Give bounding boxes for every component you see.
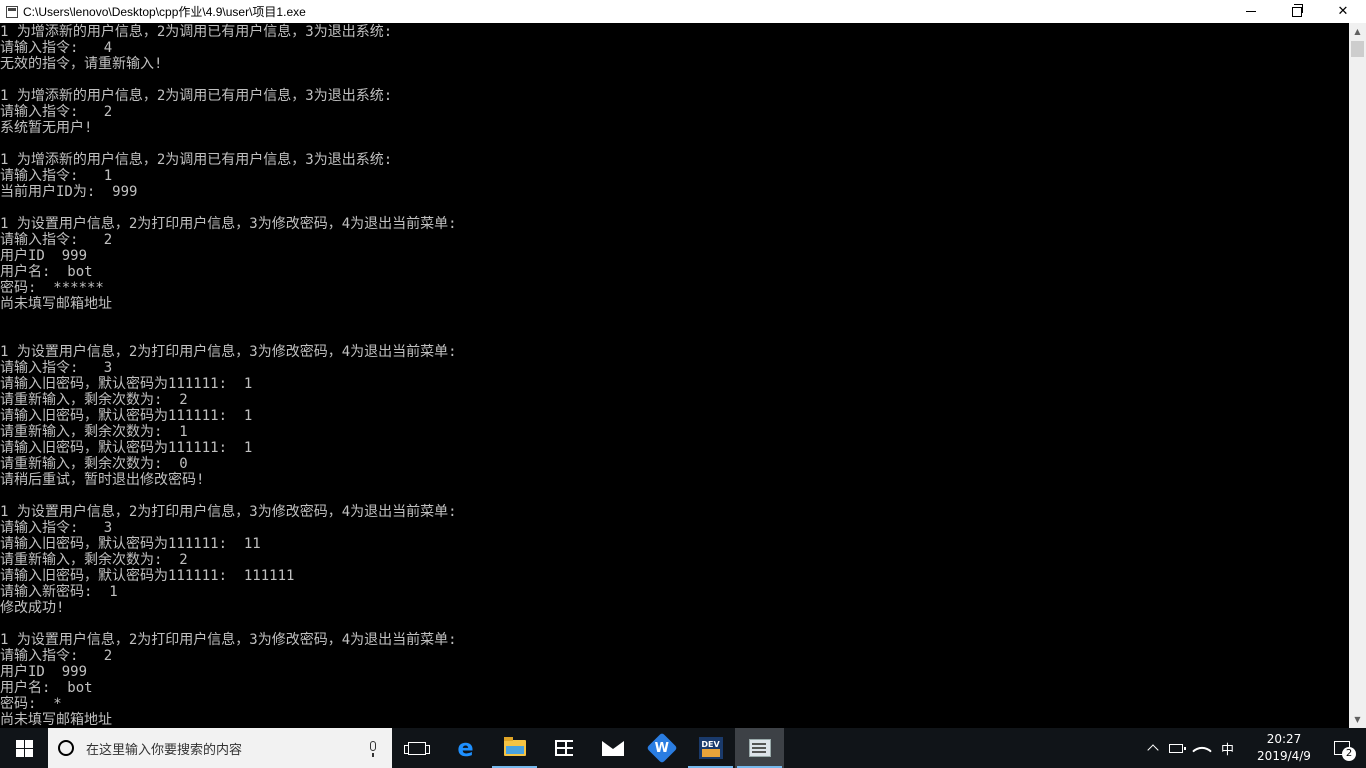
console-line: 请重新输入，剩余次数为: 1 xyxy=(0,424,188,440)
notification-count-badge: 2 xyxy=(1342,747,1356,761)
console-line: 当前用户ID为: 999 xyxy=(0,184,138,200)
windows-logo-icon xyxy=(15,739,33,757)
cortana-search-icon xyxy=(58,740,74,756)
system-tray: 中 20:27 2019/4/9 2 xyxy=(1143,728,1366,768)
console-line: 修改成功! xyxy=(0,600,65,616)
maximize-button[interactable] xyxy=(1274,0,1320,23)
edge-icon: e xyxy=(457,734,474,762)
clock-button[interactable]: 20:27 2019/4/9 xyxy=(1240,728,1328,768)
show-hidden-icons-button[interactable] xyxy=(1143,728,1163,768)
console-line: 请输入指令: 3 xyxy=(0,360,113,376)
console-line: 尚未填写邮箱地址 xyxy=(0,296,112,312)
console-line: 用户名: bot xyxy=(0,680,93,696)
taskbar: 在这里输入你要搜索的内容 e W DEV 中 20:27 2019/4/9 2 xyxy=(0,728,1366,768)
taskbar-app-wps[interactable]: W xyxy=(637,728,686,768)
start-button[interactable] xyxy=(0,728,48,768)
console-line: 用户名: bot xyxy=(0,264,93,280)
console-line: 请重新输入，剩余次数为: 2 xyxy=(0,392,188,408)
battery-button[interactable] xyxy=(1163,728,1189,768)
taskbar-apps: e W DEV xyxy=(392,728,784,768)
console-line: 请重新输入，剩余次数为: 2 xyxy=(0,552,188,568)
microphone-icon[interactable] xyxy=(370,741,376,757)
taskbar-app-mail[interactable] xyxy=(588,728,637,768)
scroll-up-arrow-icon[interactable]: ▲ xyxy=(1349,23,1366,40)
wifi-icon xyxy=(1192,741,1212,761)
task-view-icon xyxy=(403,741,430,755)
console-line: 请输入指令: 2 xyxy=(0,232,113,248)
clock-time: 20:27 xyxy=(1266,732,1302,746)
console-line: 请重新输入，剩余次数为: 0 xyxy=(0,456,188,472)
console-line: 系统暂无用户! xyxy=(0,120,93,136)
console-line: 1 为增添新的用户信息，2为调用已有用户信息，3为退出系统: xyxy=(0,24,393,40)
taskbar-app-console[interactable] xyxy=(735,728,784,768)
console-line: 请输入新密码: 1 xyxy=(0,584,118,600)
scroll-thumb[interactable] xyxy=(1351,41,1364,57)
window-titlebar[interactable]: C:\Users\lenovo\Desktop\cpp作业\4.9\user\项… xyxy=(0,0,1366,23)
task-view-button[interactable] xyxy=(392,728,441,768)
window-title: C:\Users\lenovo\Desktop\cpp作业\4.9\user\项… xyxy=(23,5,306,19)
restore-icon xyxy=(1292,3,1303,17)
input-method-indicator[interactable]: 中 xyxy=(1215,728,1240,768)
console-line: 密码: ****** xyxy=(0,280,104,296)
console-line: 密码: * xyxy=(0,696,62,712)
mail-icon xyxy=(601,740,624,756)
console-line: 用户ID 999 xyxy=(0,664,88,680)
network-button[interactable] xyxy=(1189,728,1215,768)
console-line: 请输入指令: 2 xyxy=(0,104,113,120)
battery-icon xyxy=(1168,743,1186,753)
console-line: 请输入旧密码，默认密码为111111: 1 xyxy=(0,408,253,424)
console-line: 1 为增添新的用户信息，2为调用已有用户信息，3为退出系统: xyxy=(0,88,393,104)
console-line: 请输入旧密码，默认密码为111111: 1 xyxy=(0,376,253,392)
dev-cpp-icon: DEV xyxy=(698,737,723,759)
folder-icon xyxy=(503,737,526,756)
taskbar-app-file-explorer[interactable] xyxy=(490,728,539,768)
console-line: 请输入旧密码，默认密码为111111: 111111 xyxy=(0,568,295,584)
taskbar-app-dev-cpp[interactable]: DEV xyxy=(686,728,735,768)
console-line: 尚未填写邮箱地址 xyxy=(0,712,112,728)
console-line: 1 为设置用户信息，2为打印用户信息，3为修改密码，4为退出当前菜单: xyxy=(0,344,457,360)
console-output[interactable]: 1 为增添新的用户信息，2为调用已有用户信息，3为退出系统: 请输入指令: 4 无效… xyxy=(0,23,1349,728)
console-line: 请稍后重试，暂时退出修改密码! xyxy=(0,472,205,488)
vertical-scrollbar[interactable]: ▲ ▼ xyxy=(1349,23,1366,728)
window-controls: ✕ xyxy=(1228,0,1366,23)
console-line: 用户ID 999 xyxy=(0,248,88,264)
clock-date: 2019/4/9 xyxy=(1257,749,1311,763)
console-line: 1 为增添新的用户信息，2为调用已有用户信息，3为退出系统: xyxy=(0,152,393,168)
console-line: 请输入旧密码，默认密码为111111: 11 xyxy=(0,536,261,552)
close-button[interactable]: ✕ xyxy=(1320,0,1366,23)
notification-icon: 2 xyxy=(1334,741,1356,761)
console-line: 请输入指令: 4 xyxy=(0,40,113,56)
scroll-down-arrow-icon[interactable]: ▼ xyxy=(1349,711,1366,728)
console-line: 请输入指令: 3 xyxy=(0,520,113,536)
wps-icon: W xyxy=(645,732,678,764)
minimize-button[interactable] xyxy=(1228,0,1274,23)
console-line: 1 为设置用户信息，2为打印用户信息，3为修改密码，4为退出当前菜单: xyxy=(0,504,457,520)
console-line: 无效的指令，请重新输入! xyxy=(0,56,163,72)
taskbar-search[interactable]: 在这里输入你要搜索的内容 xyxy=(48,728,392,768)
taskbar-app-store[interactable] xyxy=(539,728,588,768)
console-window-icon xyxy=(748,739,771,757)
console-text: 1 为增添新的用户信息，2为调用已有用户信息，3为退出系统: 请输入指令: 4 无效… xyxy=(0,24,457,728)
console-app-icon[interactable] xyxy=(6,5,18,18)
action-center-button[interactable]: 2 xyxy=(1328,728,1366,768)
console-line: 1 为设置用户信息，2为打印用户信息，3为修改密码，4为退出当前菜单: xyxy=(0,216,457,232)
store-icon xyxy=(554,740,575,756)
console-line: 1 为设置用户信息，2为打印用户信息，3为修改密码，4为退出当前菜单: xyxy=(0,632,457,648)
console-line: 请输入指令: 1 xyxy=(0,168,113,184)
chevron-up-icon xyxy=(1147,744,1159,756)
search-placeholder: 在这里输入你要搜索的内容 xyxy=(86,742,243,758)
taskbar-app-edge[interactable]: e xyxy=(441,728,490,768)
console-line: 请输入旧密码，默认密码为111111: 1 xyxy=(0,440,253,456)
console-line: 请输入指令: 2 xyxy=(0,648,113,664)
clock: 20:27 2019/4/9 xyxy=(1246,731,1322,765)
